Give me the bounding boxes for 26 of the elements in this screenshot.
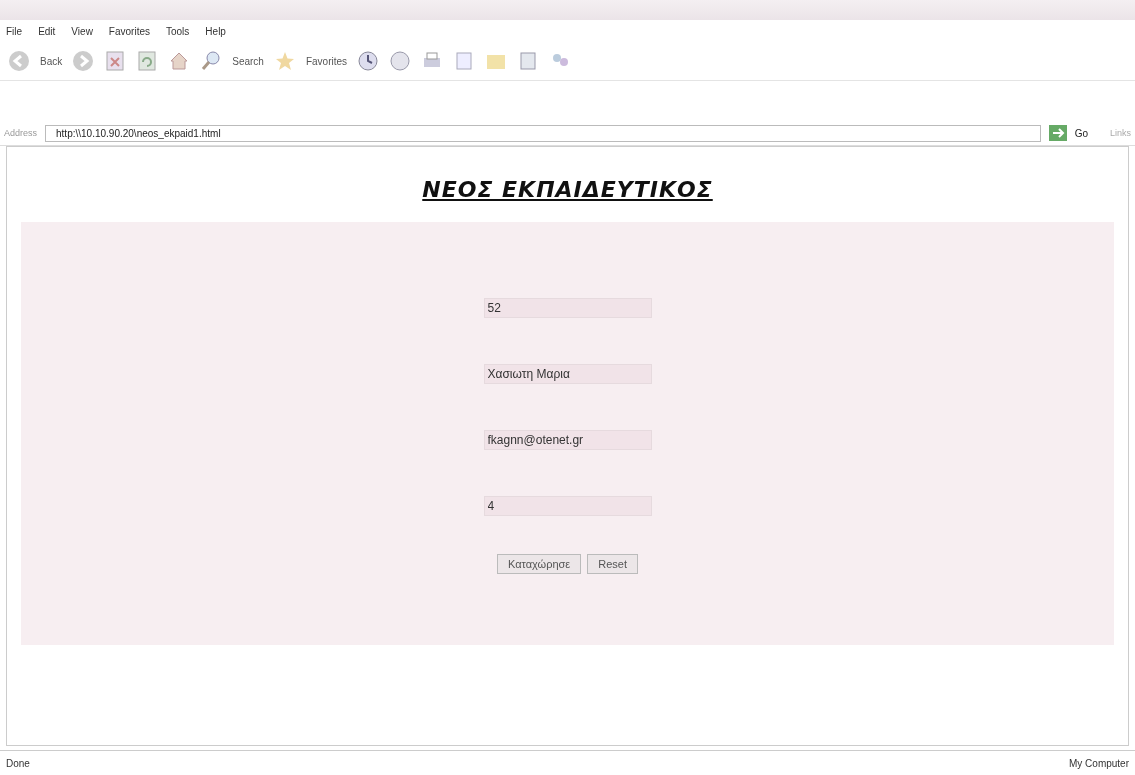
stop-icon[interactable]	[104, 50, 127, 72]
text-field[interactable]: Χασιωτη Μαρια	[483, 364, 652, 384]
back-button[interactable]: Back	[40, 55, 63, 67]
text-field[interactable]: fkagnn@otenet.gr	[483, 430, 652, 450]
menu-item[interactable]: Edit	[38, 25, 56, 37]
menu-item[interactable]: View	[71, 25, 93, 37]
reset-button[interactable]: Reset	[587, 554, 638, 574]
history-icon[interactable]	[357, 50, 380, 72]
menu-item[interactable]: File	[6, 25, 23, 37]
status-text: Done	[6, 757, 30, 769]
text-field[interactable]: 52	[483, 298, 652, 318]
go-button[interactable]: Go	[1074, 127, 1088, 139]
menu-item[interactable]: Help	[205, 25, 226, 37]
zone-text: My Computer	[1069, 757, 1129, 769]
favorites-button[interactable]: Favorites	[305, 55, 348, 67]
address-field[interactable]: http:\\10.10.90.20\neos_ekpaid1.html	[45, 124, 1041, 142]
refresh-icon[interactable]	[136, 50, 159, 72]
text-field[interactable]: 4	[483, 496, 652, 516]
menu-item[interactable]: Tools	[166, 25, 190, 37]
menu-item[interactable]: Favorites	[108, 25, 150, 37]
address-label: Address	[4, 128, 38, 138]
search-icon[interactable]	[200, 50, 223, 72]
page-heading: ΝΕΟΣ ΕΚΠΑΙΔΕΥΤΙΚΟΣ	[422, 177, 713, 202]
submit-button[interactable]: Καταχώρησε	[497, 554, 582, 574]
go-arrow-icon[interactable]	[1048, 125, 1067, 141]
search-button[interactable]: Search	[232, 55, 264, 67]
